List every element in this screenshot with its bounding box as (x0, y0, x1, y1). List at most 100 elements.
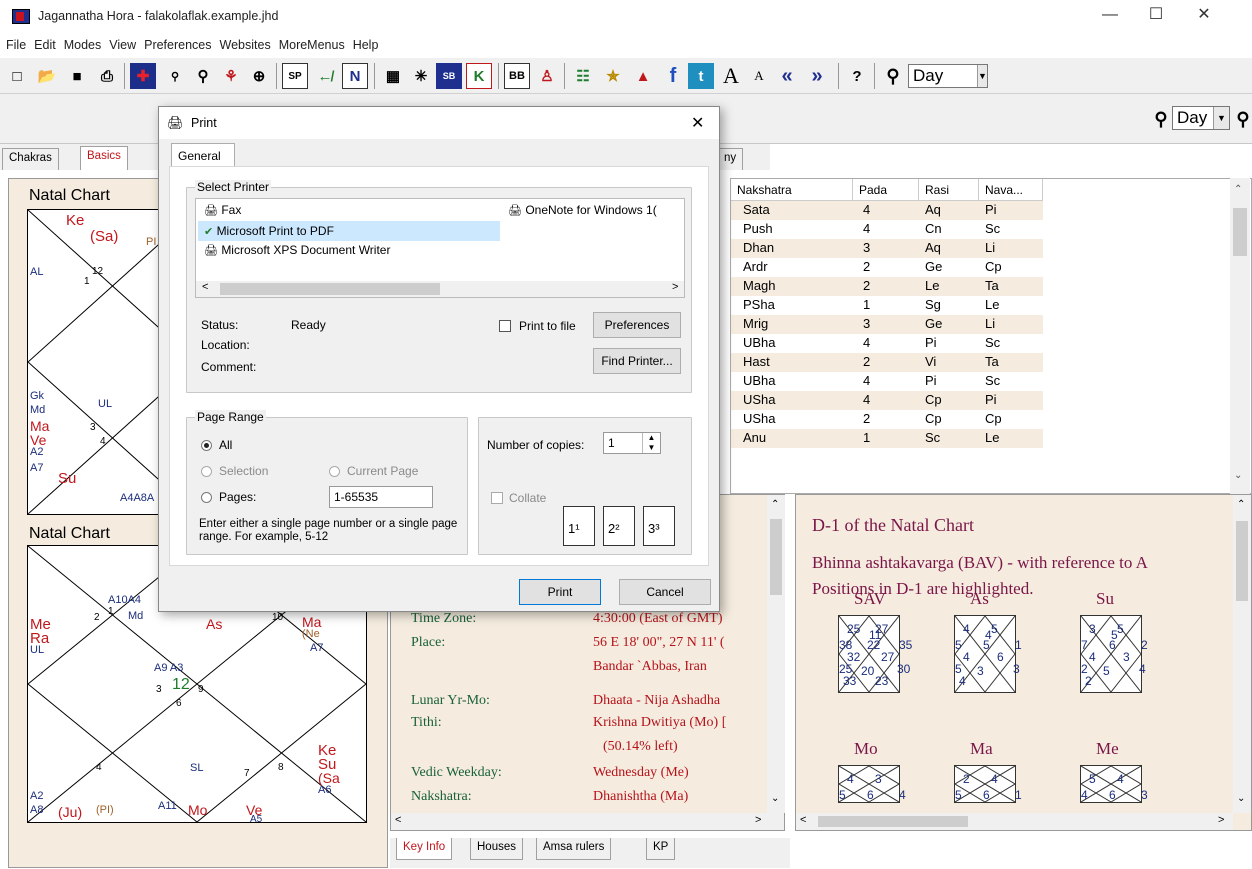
pages-input[interactable]: 1-65535 (329, 486, 433, 508)
tab-general[interactable]: General (171, 143, 235, 167)
transit-icon[interactable]: ⚲ (190, 63, 216, 89)
tab-chakras[interactable]: Chakras (2, 148, 59, 170)
table-row[interactable]: Anu 1 Sc Le (731, 429, 1043, 448)
menu-edit[interactable]: Edit (30, 34, 60, 56)
facebook-icon[interactable]: f (660, 63, 686, 89)
print-icon[interactable]: ⎙ (94, 63, 120, 89)
menu-help[interactable]: Help (349, 34, 383, 56)
bav-value: 4 (963, 622, 970, 636)
minimize-button[interactable]: — (1087, 0, 1133, 32)
col-nakshatra[interactable]: Nakshatra (731, 179, 853, 201)
menu-view[interactable]: View (105, 34, 140, 56)
tab-basics[interactable]: Basics (80, 146, 128, 170)
select-printer-label: Select Printer (195, 180, 272, 194)
tab-houses[interactable]: Houses (470, 838, 523, 860)
current-page-radio[interactable] (329, 466, 340, 477)
col-rasi[interactable]: Rasi (919, 179, 979, 201)
find-printer-button[interactable]: Find Printer... (593, 348, 681, 374)
table-row[interactable]: USha 4 Cp Pi (731, 391, 1043, 410)
cancel-button[interactable]: Cancel (619, 579, 711, 605)
chart1-md: Md (30, 404, 46, 416)
help-icon[interactable]: ? (844, 63, 870, 89)
data-icon[interactable]: ⚲ (162, 63, 188, 89)
menu-file[interactable]: File (2, 34, 30, 56)
printer-list[interactable]: 🖨 Fax ✔ Microsoft Print to PDF 🖨 Microso… (195, 198, 685, 298)
fire-icon[interactable]: ▲ (630, 63, 656, 89)
printer-list-hscroll[interactable]: < > (196, 281, 684, 297)
table-row[interactable]: Mrig 3 Ge Li (731, 315, 1043, 334)
tab-partial[interactable]: ny (718, 148, 744, 170)
col-pada[interactable]: Pada (853, 179, 919, 201)
maximize-button[interactable]: ☐ (1133, 0, 1179, 32)
printer-fax[interactable]: 🖨 Fax (204, 203, 241, 217)
bav-vscroll[interactable]: ⌃ ⌄ (1233, 495, 1251, 813)
day-select-2[interactable]: Day ▼ (1172, 106, 1230, 130)
font-smaller-icon[interactable]: A (746, 63, 772, 89)
circle-chart-icon[interactable]: ⊕ (246, 63, 272, 89)
tab-kp[interactable]: KP (646, 838, 676, 860)
table-row[interactable]: Push 4 Cn Sc (731, 220, 1043, 239)
menu-modes[interactable]: Modes (60, 34, 106, 56)
bav-value: 20 (861, 664, 875, 678)
grid-icon[interactable]: ▦ (380, 63, 406, 89)
table-row[interactable]: Ardr 2 Ge Cp (731, 258, 1043, 277)
table-row[interactable]: Hast 2 Vi Ta (731, 353, 1043, 372)
table-row[interactable]: Dhan 3 Aq Li (731, 239, 1043, 258)
print-button[interactable]: Print (519, 579, 601, 605)
keyinfo-hscroll[interactable]: < > (391, 813, 784, 830)
table-row[interactable]: USha 2 Cp Cp (731, 410, 1043, 429)
pages-radio[interactable] (201, 492, 212, 503)
tab-key-info[interactable]: Key Info (396, 838, 453, 860)
compare-icon[interactable]: ⚘ (218, 63, 244, 89)
keyinfo-vscroll[interactable]: ⌃ ⌄ (767, 495, 785, 813)
transit-step-icon[interactable]: ⚲ (880, 63, 906, 89)
preferences-button[interactable]: Preferences (593, 312, 681, 338)
grid-scrollbar[interactable]: ⌃ ⌄ (1230, 178, 1250, 494)
menu-preferences[interactable]: Preferences (140, 34, 215, 56)
chart1-gk: Gk (30, 390, 45, 402)
table-row[interactable]: UBha 4 Pi Sc (731, 372, 1043, 391)
chart-icon[interactable]: ✚ (130, 63, 156, 89)
bb-icon[interactable]: BB (504, 63, 530, 89)
table-row[interactable]: PSha 1 Sg Le (731, 296, 1043, 315)
n-icon[interactable]: N (342, 63, 368, 89)
menu-moremenus[interactable]: MoreMenus (275, 34, 349, 56)
printer-onenote[interactable]: 🖨 OneNote for Windows 1( (508, 203, 684, 217)
day-select[interactable]: Day ▼ (908, 64, 988, 88)
selection-radio[interactable] (201, 466, 212, 477)
dasa-step-icon[interactable]: ⚲ (1148, 106, 1174, 132)
printer-xps[interactable]: 🖨 Microsoft XPS Document Writer (204, 243, 390, 257)
col-nava[interactable]: Nava... (979, 179, 1043, 201)
prev-icon[interactable]: « (774, 63, 800, 89)
new-file-icon[interactable]: □ (4, 63, 30, 89)
save-icon[interactable]: ■ (64, 63, 90, 89)
book-icon[interactable]: ☷ (570, 63, 596, 89)
sb-icon[interactable]: SB (436, 63, 462, 89)
table-row[interactable]: UBha 4 Pi Sc (731, 334, 1043, 353)
twitter-icon[interactable]: t (688, 63, 714, 89)
dasa-step-forward-icon[interactable]: ⚲ (1230, 106, 1252, 132)
chart2-sl: SL (190, 762, 204, 774)
menu-websites[interactable]: Websites (216, 34, 275, 56)
print-to-file-checkbox[interactable] (499, 320, 511, 332)
k-box-icon[interactable]: K (466, 63, 492, 89)
tab-amsa-rulers[interactable]: Amsa rulers (536, 838, 612, 860)
bav-hscroll[interactable]: < > (796, 813, 1233, 830)
collate-checkbox[interactable] (491, 492, 503, 504)
printer-microsoft-pdf[interactable]: ✔ Microsoft Print to PDF (198, 221, 500, 241)
table-row[interactable]: Magh 2 Le Ta (731, 277, 1043, 296)
copies-spinner[interactable]: 1 ▲ ▼ (603, 432, 661, 454)
close-window-button[interactable]: ✕ (1181, 0, 1227, 32)
stars-icon[interactable]: ✯ (600, 63, 626, 89)
people-icon[interactable]: ♙ (534, 63, 560, 89)
open-folder-icon[interactable]: 📂 (34, 63, 60, 89)
next-icon[interactable]: » (804, 63, 830, 89)
star-icon[interactable]: ✳ (408, 63, 434, 89)
bav-value: 4 (1117, 772, 1124, 786)
table-row[interactable]: Sata 4 Aq Pi (731, 201, 1043, 220)
sp-kh-icon[interactable]: SP (282, 63, 308, 89)
k-arrow-icon[interactable]: ↚ (312, 63, 338, 89)
all-radio[interactable] (201, 440, 212, 451)
dialog-close-icon[interactable]: ✕ (691, 113, 704, 133)
font-larger-icon[interactable]: A (718, 63, 744, 89)
